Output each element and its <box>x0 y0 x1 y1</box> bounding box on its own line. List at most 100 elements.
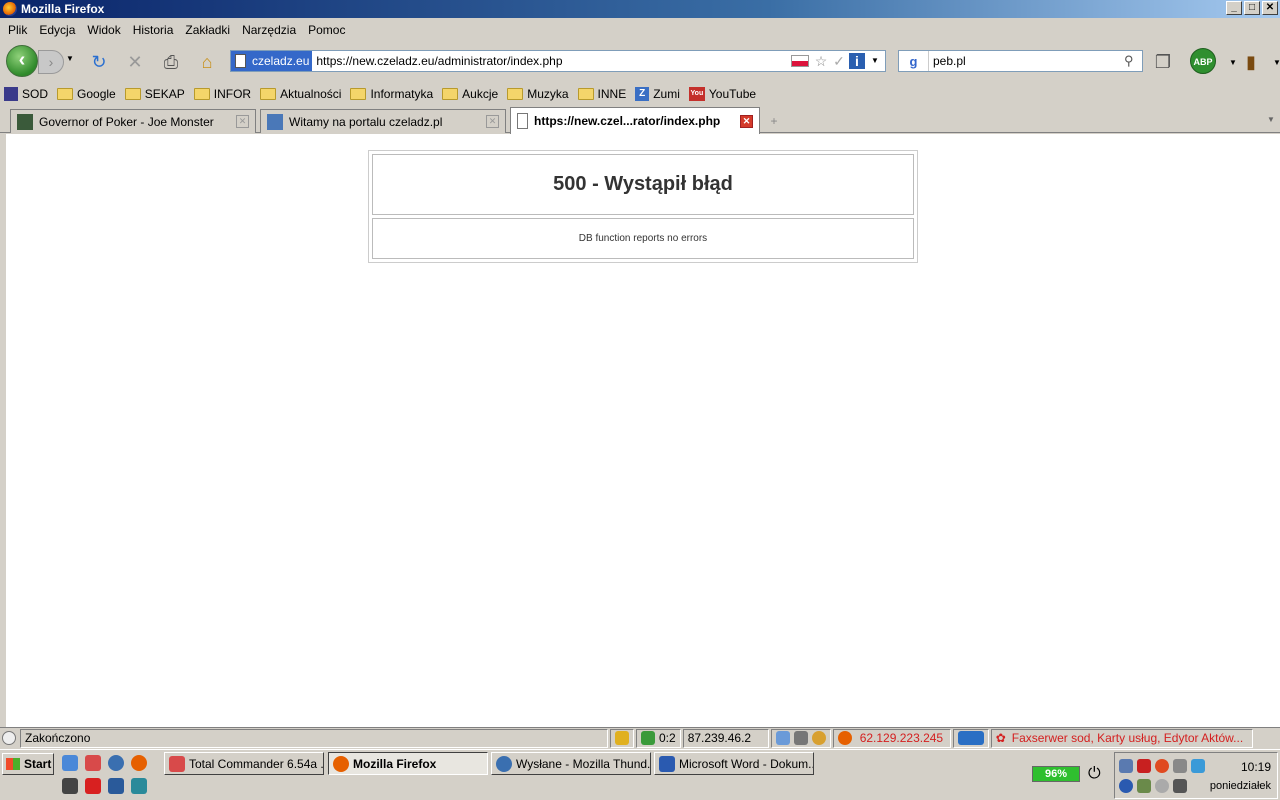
url-dropdown-icon[interactable]: ▼ <box>867 53 883 69</box>
minimize-button[interactable]: _ <box>1226 1 1242 15</box>
bookmark-informatyka[interactable]: Informatyka <box>350 87 433 101</box>
tray-tool-icon[interactable] <box>1173 759 1187 773</box>
tray-clock[interactable]: 10:19 <box>1211 760 1271 774</box>
tray-network-icon[interactable] <box>1119 759 1133 773</box>
bookmark-star-icon[interactable]: ☆ <box>813 53 829 69</box>
task-total-commander[interactable]: Total Commander 6.54a ... <box>164 752 324 775</box>
history-dropdown-icon[interactable]: ▼ <box>66 54 74 63</box>
tab-close-icon[interactable]: ✕ <box>486 115 499 128</box>
status-ip-local: 87.239.46.2 <box>682 728 769 748</box>
quicklaunch-thunderbird-icon[interactable] <box>108 755 124 771</box>
poland-flag-icon <box>791 55 809 67</box>
close-button[interactable]: ✕ <box>1262 1 1278 15</box>
maximize-button[interactable]: □ <box>1244 1 1260 15</box>
status-counter[interactable]: 0:2 <box>636 728 681 748</box>
bookmark-muzyka[interactable]: Muzyka <box>507 87 569 101</box>
quicklaunch-x-icon[interactable] <box>108 778 124 794</box>
task-microsoft-word[interactable]: Microsoft Word - Dokum... <box>654 752 814 775</box>
navigation-toolbar: ‹ › ▼ ↻ ✕ ⎙ ⌂ czeladz.eu https://new.cze… <box>0 42 1280 82</box>
forward-button[interactable]: › <box>38 50 64 74</box>
tray-clock-icon[interactable] <box>1155 779 1169 793</box>
search-magnifier-icon[interactable]: ⚲ <box>1124 53 1142 69</box>
windows-logo-icon <box>6 758 20 770</box>
site-identity-button[interactable]: czeladz.eu <box>231 51 313 71</box>
windows-icon[interactable]: ❐ <box>1152 51 1174 73</box>
bookmark-youtube[interactable]: You YouTube <box>688 87 756 101</box>
tab-close-icon[interactable]: ✕ <box>236 115 249 128</box>
task-thunderbird[interactable]: Wysłane - Mozilla Thund... <box>491 752 651 775</box>
menu-narzedzia[interactable]: Narzędzia <box>236 23 302 37</box>
window-controls: _ □ ✕ <box>1226 1 1278 15</box>
menu-widok[interactable]: Widok <box>81 23 126 37</box>
tray-antivirus-icon[interactable] <box>1155 759 1169 773</box>
status-extensions <box>770 728 831 748</box>
home-icon[interactable]: ⌂ <box>196 51 218 73</box>
print-icon[interactable]: ⎙ <box>160 51 182 73</box>
error-message: DB function reports no errors <box>372 218 914 259</box>
menu-zakladki[interactable]: Zakładki <box>179 23 236 37</box>
bookmark-infor[interactable]: INFOR <box>193 87 251 101</box>
tray-bluetooth-icon[interactable] <box>1119 779 1133 793</box>
tab-governor-of-poker[interactable]: Governor of Poker - Joe Monster ✕ <box>10 109 256 133</box>
info-icon[interactable]: i <box>849 53 865 69</box>
quicklaunch-w-icon[interactable] <box>131 778 147 794</box>
status-ticker[interactable]: ✿ Faxserwer sod, Karty usług, Edytor Akt… <box>990 728 1253 748</box>
adblock-plus-button[interactable]: ABP <box>1190 48 1216 74</box>
battery-indicator[interactable]: 96% <box>1032 766 1080 782</box>
menu-edycja[interactable]: Edycja <box>33 23 81 37</box>
folder-icon <box>260 88 277 100</box>
system-tray: 10:19 poniedziałek <box>1114 752 1278 799</box>
window-titlebar: Mozilla Firefox _ □ ✕ <box>0 0 1280 18</box>
bookmark-inne[interactable]: INNE <box>577 87 626 101</box>
quicklaunch-shield-icon[interactable] <box>62 778 78 794</box>
bookmark-google[interactable]: Google <box>57 87 116 101</box>
reload-icon[interactable]: ↻ <box>88 51 110 73</box>
tab-list-icon[interactable]: ▼ <box>1264 111 1278 129</box>
tab-close-icon[interactable]: ✕ <box>740 114 753 128</box>
lock-icon <box>615 731 629 745</box>
bookmark-aukcje[interactable]: Aukcje <box>442 87 498 101</box>
window-title: Mozilla Firefox <box>21 2 105 16</box>
bookmark-aktualnosci[interactable]: Aktualności <box>260 87 341 101</box>
search-input[interactable]: peb.pl <box>929 54 1124 68</box>
extension-icon[interactable]: ▮ <box>1240 51 1262 73</box>
new-tab-icon[interactable]: + <box>763 110 785 132</box>
menu-plik[interactable]: Plik <box>2 23 33 37</box>
page-icon <box>235 54 246 68</box>
bookmark-sekap[interactable]: SEKAP <box>124 87 185 101</box>
back-button[interactable]: ‹ <box>6 45 38 77</box>
url-bar[interactable]: czeladz.eu https://new.czeladz.eu/admini… <box>230 50 886 72</box>
google-search-engine-icon[interactable]: g <box>899 51 929 71</box>
status-tools[interactable] <box>952 728 989 748</box>
windows-taskbar: Start Total Commander 6.54a ... Mozilla … <box>0 749 1280 800</box>
tab-administrator[interactable]: https://new.czel...rator/index.php ✕ <box>510 107 760 134</box>
bookmark-sod[interactable]: SOD <box>4 87 48 101</box>
firefox-icon <box>3 2 17 16</box>
menu-historia[interactable]: Historia <box>127 23 180 37</box>
folder-icon <box>350 88 367 100</box>
start-button[interactable]: Start <box>2 753 54 775</box>
checkmark-icon[interactable]: ✓ <box>831 53 847 69</box>
toolbar-dropdown-icon[interactable]: ▼ <box>1266 51 1280 73</box>
url-input[interactable]: https://new.czeladz.eu/administrator/ind… <box>312 54 791 68</box>
bookmark-zumi[interactable]: Z Zumi <box>635 87 680 101</box>
tray-network2-icon[interactable] <box>1137 779 1151 793</box>
status-lock <box>610 728 634 748</box>
mail-icon[interactable] <box>775 731 790 745</box>
shark-icon[interactable] <box>793 731 808 745</box>
menu-pomoc[interactable]: Pomoc <box>302 23 351 37</box>
search-bar[interactable]: g peb.pl ⚲ <box>898 50 1143 72</box>
tab-witamy-czeladz[interactable]: Witamy na portalu czeladz.pl ✕ <box>260 109 506 133</box>
tray-k-icon[interactable] <box>1137 759 1151 773</box>
smiley-icon[interactable] <box>811 731 826 745</box>
quicklaunch-app-icon[interactable] <box>85 755 101 771</box>
stop-icon[interactable]: ✕ <box>124 51 146 73</box>
tray-wifi-icon[interactable] <box>1191 759 1205 773</box>
quicklaunch-firefox-icon[interactable] <box>131 755 147 771</box>
task-mozilla-firefox[interactable]: Mozilla Firefox <box>328 752 488 775</box>
zumi-icon: Z <box>635 87 650 101</box>
sod-icon <box>4 87 18 101</box>
quicklaunch-splat-icon[interactable] <box>85 778 101 794</box>
quicklaunch-ie-icon[interactable] <box>62 755 78 771</box>
tray-monitor-icon[interactable] <box>1173 779 1187 793</box>
